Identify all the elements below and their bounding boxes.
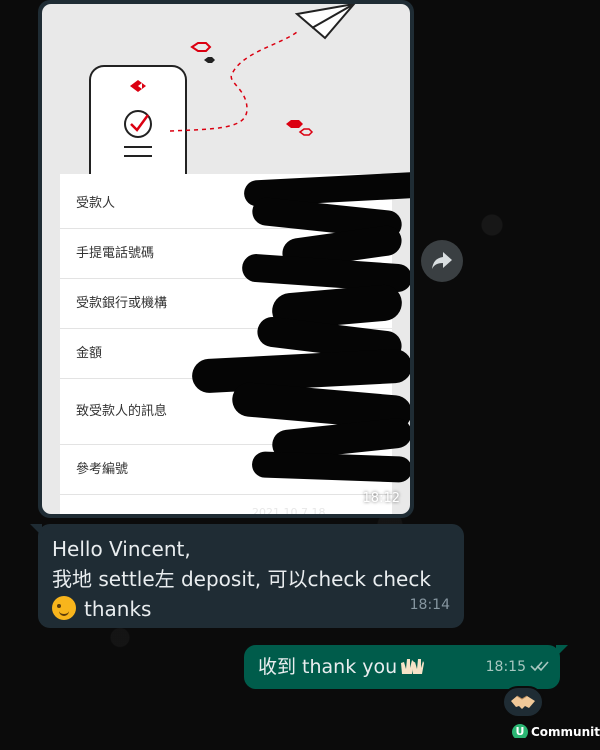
shared-screenshot-image[interactable]: 受款人 手提電話號碼 受款銀行或機構 金額 致受款人的訊息 參考編號 2021 …	[42, 4, 410, 514]
winking-face-icon	[52, 596, 76, 620]
incoming-message-line2: 我地 settle左 deposit, 可以check check	[52, 567, 431, 591]
watermark-text: Community	[531, 725, 600, 739]
incoming-message-line3: thanks	[84, 597, 152, 621]
payment-illustration	[89, 4, 356, 179]
reaction-badge[interactable]	[502, 686, 544, 718]
clapping-hands-icon	[401, 659, 425, 674]
bubble-tail	[556, 645, 568, 657]
incoming-message-line3-wrap: thanks	[52, 594, 450, 624]
paper-plane-icon	[294, 4, 356, 40]
handshake-icon	[511, 695, 535, 709]
incoming-message-time: 18:14	[409, 597, 450, 613]
image-partial-text: 2021 10 7 18	[252, 506, 326, 514]
composer-bar-edge	[0, 738, 600, 750]
forward-button[interactable]	[421, 240, 463, 282]
incoming-message-bubble[interactable]: Hello Vincent, 我地 settle左 deposit, 可以che…	[30, 524, 464, 628]
forward-arrow-icon	[432, 252, 452, 269]
image-message-time: 18:12	[362, 491, 400, 506]
incoming-message-line1: Hello Vincent,	[52, 537, 191, 561]
outgoing-message-time: 18:15	[485, 659, 526, 675]
outgoing-message-bubble[interactable]: 收到 thank you 18:15	[244, 645, 568, 689]
outgoing-message-text: 收到 thank you	[258, 656, 398, 678]
bubble-tail	[30, 524, 42, 536]
image-message-bubble[interactable]: 受款人 手提電話號碼 受款銀行或機構 金額 致受款人的訊息 參考編號 2021 …	[38, 0, 414, 518]
read-receipt-icon	[530, 661, 549, 672]
